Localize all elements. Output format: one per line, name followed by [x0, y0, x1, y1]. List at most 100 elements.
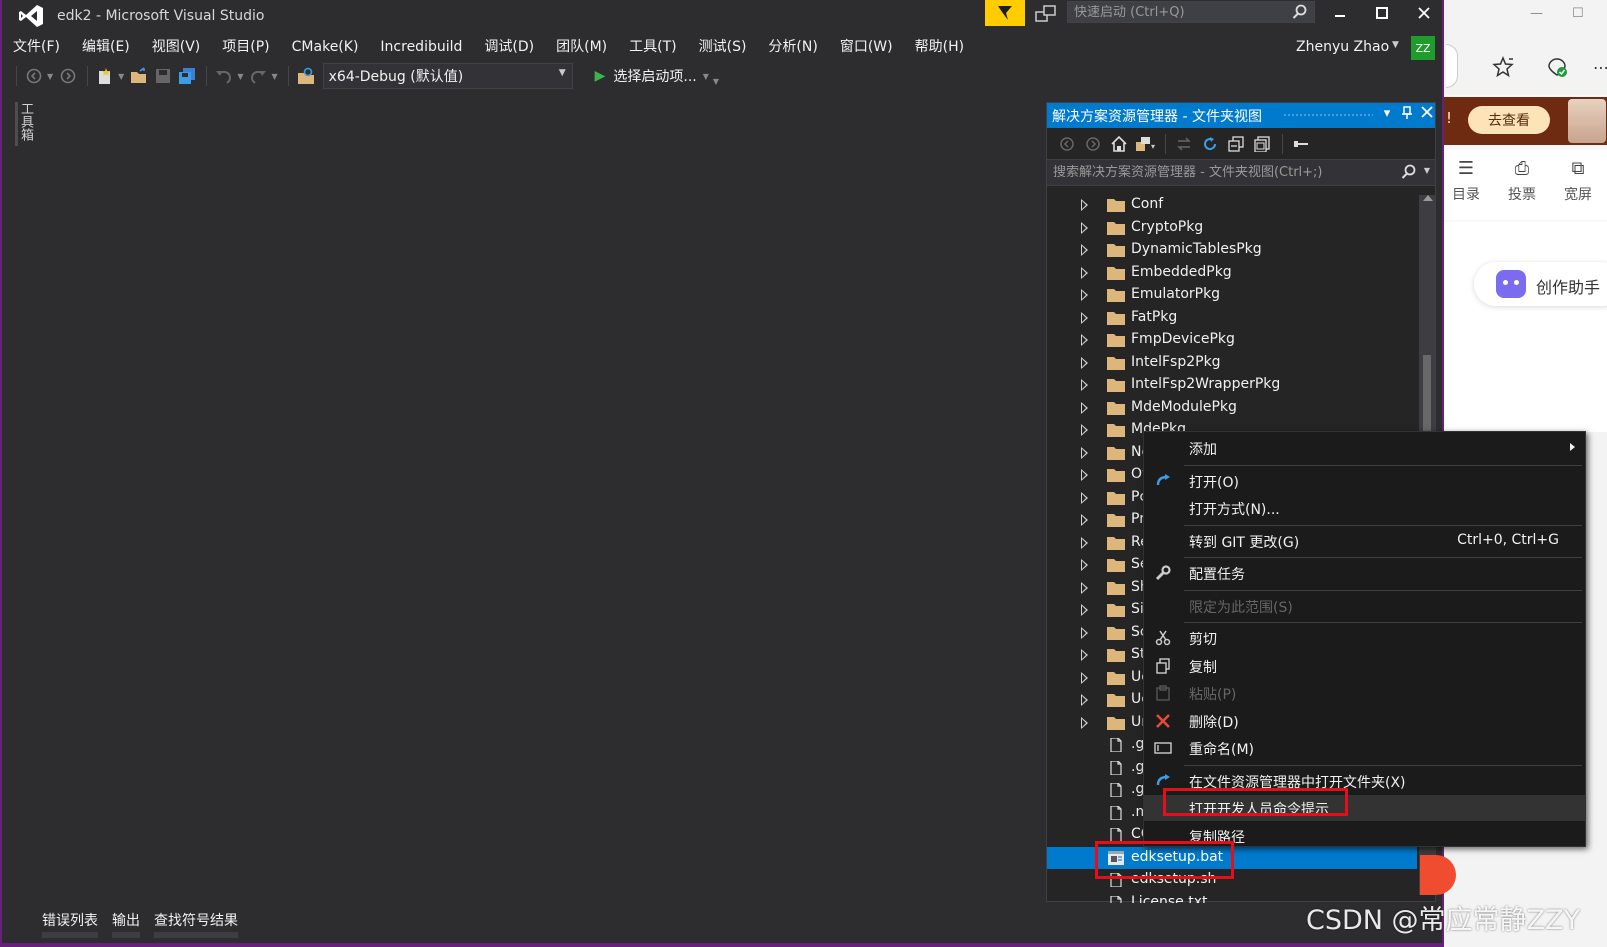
more-icon[interactable]: ⋯ — [1588, 54, 1607, 80]
menu-help[interactable]: 帮助(H) — [904, 34, 975, 60]
chevron-down-icon[interactable]: ▼ — [1392, 40, 1399, 50]
scroll-up-icon[interactable] — [1423, 195, 1433, 201]
context-menu-item[interactable]: 转到 GIT 更改(G) Ctrl+0, Ctrl+G — [1144, 528, 1585, 554]
expand-arrow-icon[interactable] — [1081, 199, 1088, 211]
expand-arrow-icon[interactable] — [1081, 626, 1088, 639]
expand-arrow-icon[interactable] — [1081, 469, 1088, 481]
find-in-files-button[interactable] — [295, 65, 317, 87]
tree-folder-item[interactable]: Conf — [1047, 195, 1417, 216]
solution-explorer-header[interactable]: 解决方案资源管理器 - 文件夹视图 ▾ — [1047, 103, 1435, 128]
home-button[interactable] — [1107, 133, 1131, 155]
context-menu-item[interactable]: 重命名(M) — [1144, 735, 1585, 761]
toc-button[interactable]: ☰ 目录 — [1444, 158, 1488, 204]
expand-arrow-icon[interactable] — [1081, 716, 1088, 729]
context-menu-item[interactable]: 打开(O) — [1144, 468, 1585, 494]
live-share-icon[interactable] — [1035, 4, 1057, 24]
minimize-icon[interactable]: — — [1530, 6, 1543, 21]
expand-arrow-icon[interactable] — [1081, 356, 1088, 369]
minimize-button[interactable] — [1320, 0, 1360, 26]
solution-configuration-select[interactable]: x64-Debug (默认值) ▼ — [322, 63, 573, 89]
menu-analyze[interactable]: 分析(N) — [757, 34, 828, 60]
quick-launch-input[interactable] — [1074, 4, 1284, 20]
tree-folder-item[interactable]: EmbeddedPkg — [1047, 262, 1417, 284]
save-all-button[interactable] — [176, 65, 198, 87]
expand-arrow-icon[interactable] — [1081, 536, 1088, 549]
toolbox-tab[interactable]: 工具箱 — [15, 102, 35, 146]
save-button[interactable] — [152, 65, 174, 87]
forward-button[interactable] — [57, 65, 79, 87]
quick-launch-box[interactable] — [1067, 1, 1315, 23]
new-project-button[interactable] — [94, 65, 116, 87]
menu-edit[interactable]: 编辑(E) — [71, 34, 141, 60]
pin-icon[interactable] — [1399, 106, 1415, 124]
tab-output[interactable]: 输出 — [112, 910, 140, 938]
expand-arrow-icon[interactable] — [1081, 604, 1088, 616]
context-menu-item[interactable]: 剪切 — [1144, 625, 1585, 651]
tree-folder-item[interactable]: IntelFsp2Pkg — [1047, 352, 1417, 374]
menu-incredibuild[interactable]: Incredibuild — [369, 34, 473, 60]
expand-arrow-icon[interactable] — [1081, 379, 1088, 391]
expand-arrow-icon[interactable] — [1081, 649, 1088, 661]
chevron-down-icon[interactable]: ▼ — [237, 72, 243, 81]
switch-views-button[interactable]: ▾ — [1133, 133, 1157, 155]
tab-error-list[interactable]: 错误列表 — [42, 910, 98, 938]
tree-folder-item[interactable]: CryptoPkg — [1047, 217, 1417, 239]
tree-folder-item[interactable]: EmulatorPkg — [1047, 284, 1417, 306]
chevron-down-icon[interactable]: ▼ — [271, 72, 277, 81]
toolbar-overflow-icon[interactable]: ▼ — [713, 77, 719, 86]
expand-arrow-icon[interactable] — [1081, 581, 1088, 594]
forward-button[interactable] — [1081, 133, 1105, 155]
start-debugging-button[interactable]: ▶ 选择启动项... ▼ ▼ — [595, 66, 723, 86]
context-menu-item[interactable]: 配置任务 — [1144, 560, 1585, 586]
tree-folder-item[interactable]: IntelFsp2WrapperPkg — [1047, 374, 1417, 396]
scrollbar-thumb[interactable] — [1423, 355, 1431, 435]
writing-assistant-button[interactable]: 创作助手 — [1474, 262, 1607, 306]
expand-arrow-icon[interactable] — [1081, 244, 1088, 256]
go-view-button[interactable]: 去查看 — [1468, 106, 1550, 134]
feedback-button[interactable] — [985, 0, 1025, 26]
close-button[interactable] — [1404, 0, 1444, 26]
expand-arrow-icon[interactable] — [1081, 424, 1088, 436]
context-menu-item[interactable]: 添加 — [1144, 435, 1585, 461]
expand-arrow-icon[interactable] — [1081, 671, 1088, 684]
expand-arrow-icon[interactable] — [1081, 311, 1088, 324]
toolbar-grip[interactable] — [16, 66, 17, 86]
panel-grip[interactable] — [1283, 113, 1373, 118]
chevron-down-icon[interactable]: ▼ — [47, 72, 53, 81]
expand-arrow-icon[interactable] — [1081, 289, 1088, 301]
ad-banner[interactable]: ! 去查看 — [1444, 97, 1607, 145]
menu-tools[interactable]: 工具(T) — [618, 34, 687, 60]
back-button[interactable] — [1055, 133, 1079, 155]
solution-explorer-search[interactable]: ▼ — [1047, 160, 1435, 186]
close-icon[interactable] — [1419, 106, 1435, 124]
tree-folder-item[interactable]: FatPkg — [1047, 307, 1417, 329]
maximize-button[interactable] — [1362, 0, 1402, 26]
tree-folder-item[interactable]: FmpDevicePkg — [1047, 329, 1417, 351]
expand-arrow-icon[interactable] — [1081, 694, 1088, 706]
tree-folder-item[interactable]: DynamicTablesPkg — [1047, 239, 1417, 261]
back-button[interactable] — [23, 65, 45, 87]
context-menu-item[interactable]: 删除(D) — [1144, 708, 1585, 734]
widescreen-button[interactable]: ⧉ 宽屏 — [1556, 158, 1600, 204]
avatar[interactable]: ZZ — [1411, 36, 1435, 60]
menu-test[interactable]: 测试(S) — [688, 34, 758, 60]
sync-button[interactable] — [1172, 133, 1196, 155]
collapse-all-button[interactable] — [1224, 133, 1248, 155]
undo-button[interactable] — [213, 65, 235, 87]
expand-arrow-icon[interactable] — [1081, 446, 1088, 459]
context-menu-item[interactable]: 打开方式(N)... — [1144, 495, 1585, 521]
menu-project[interactable]: 项目(P) — [211, 34, 280, 60]
menu-debug[interactable]: 调试(D) — [473, 34, 545, 60]
tab-find-symbol-results[interactable]: 查找符号结果 — [154, 910, 238, 938]
expand-arrow-icon[interactable] — [1081, 514, 1088, 526]
context-menu-item[interactable]: 复制 — [1144, 653, 1585, 679]
properties-button[interactable] — [1289, 133, 1313, 155]
menu-team[interactable]: 团队(M) — [545, 34, 618, 60]
user-name[interactable]: Zhenyu Zhao — [1296, 39, 1389, 55]
maximize-icon[interactable]: ☐ — [1572, 6, 1584, 21]
expand-arrow-icon[interactable] — [1081, 266, 1088, 279]
menu-window[interactable]: 窗口(W) — [829, 34, 904, 60]
solution-explorer-search-input[interactable] — [1053, 165, 1383, 180]
expand-arrow-icon[interactable] — [1081, 559, 1088, 571]
refresh-button[interactable] — [1198, 133, 1222, 155]
